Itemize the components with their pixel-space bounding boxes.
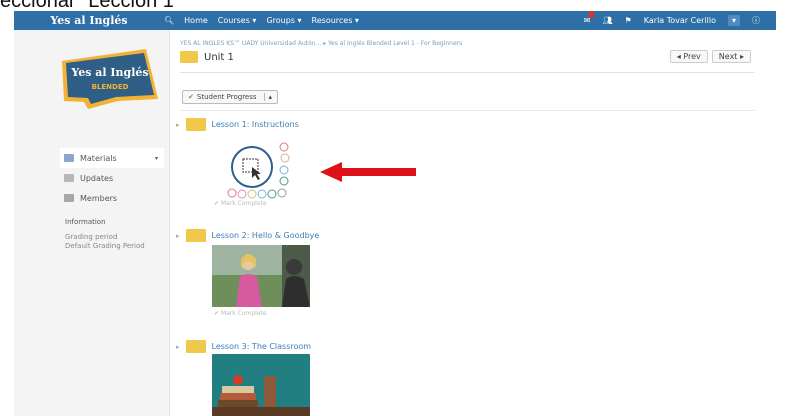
- brand-name[interactable]: Yes al Inglés: [14, 14, 164, 27]
- red-arrow-annotation: [320, 162, 416, 182]
- sidebar-item-label: Updates: [80, 173, 114, 183]
- unit-header: Unit 1: [180, 51, 234, 63]
- updates-icon: [64, 174, 74, 182]
- left-sidebar: Yes al Inglés BLENDED Materials ▾ Update…: [14, 30, 170, 416]
- mark-complete-label: Mark Complete: [220, 200, 267, 207]
- check-icon: ✔: [214, 310, 220, 317]
- information-heading: Information: [65, 218, 106, 226]
- help-icon[interactable]: ⓘ: [752, 15, 760, 26]
- lesson-2-title[interactable]: Lesson 2: Hello & Goodbye: [212, 231, 320, 240]
- main-nav: 🔍︎ Home Courses ▾ Groups ▾ Resources ▾: [164, 16, 359, 25]
- notifications-icon[interactable]: ⚑: [625, 16, 632, 25]
- mark-complete-link[interactable]: ✔ Mark Complete: [214, 310, 267, 317]
- members-icon: [64, 194, 74, 202]
- student-progress-button[interactable]: ✔ Student Progress ▴: [182, 90, 279, 104]
- divider: [180, 110, 755, 111]
- breadcrumb[interactable]: YES AL INGLES KS™ UADY Universidad Autón…: [180, 40, 462, 47]
- mark-complete-label: Mark Complete: [220, 310, 267, 317]
- folder-icon: [185, 340, 206, 353]
- student-progress-label: Student Progress: [196, 93, 257, 101]
- search-icon[interactable]: 🔍︎: [164, 16, 174, 25]
- nav-courses[interactable]: Courses ▾: [218, 16, 257, 25]
- prev-button[interactable]: ◂ Prev: [669, 50, 708, 63]
- connections-icon[interactable]: 👥︎: [602, 16, 612, 25]
- divider: [180, 72, 755, 73]
- check-icon: ✔: [188, 93, 194, 101]
- chevron-right-icon[interactable]: ▸: [176, 343, 180, 351]
- next-button[interactable]: Next ▸: [711, 50, 751, 63]
- sidebar-menu: Materials ▾ Updates Members: [60, 148, 164, 208]
- grading-period-label: Grading period: [65, 233, 118, 241]
- lesson-3-row[interactable]: ▸ Lesson 3: The Classroom: [176, 340, 311, 353]
- logo-text-top: Yes al Inglés: [70, 66, 148, 79]
- logo-text-bottom: BLENDED: [92, 83, 129, 91]
- mark-complete-link[interactable]: ✔ Mark Complete: [214, 200, 267, 207]
- lesson-1-title[interactable]: Lesson 1: Instructions: [212, 120, 299, 129]
- nav-home[interactable]: Home: [184, 16, 208, 25]
- chevron-right-icon[interactable]: ▸: [176, 232, 180, 240]
- folder-icon: [185, 118, 206, 131]
- lesson-3-thumbnail[interactable]: [212, 354, 310, 416]
- nav-resources[interactable]: Resources ▾: [312, 16, 359, 25]
- main-content: YES AL INGLES KS™ UADY Universidad Autón…: [170, 30, 775, 416]
- grading-period-value: Default Grading Period: [65, 242, 145, 250]
- page-title: Unit 1: [204, 51, 234, 63]
- folder-icon: [185, 229, 206, 242]
- top-navigation-bar: Yes al Inglés 🔍︎ Home Courses ▾ Groups ▾…: [14, 11, 776, 30]
- top-right-tools: ✉ 👥︎ ⚑ Karla Tovar Cerillo ▾ ⓘ: [584, 11, 776, 26]
- lesson-3-title[interactable]: Lesson 3: The Classroom: [212, 342, 312, 351]
- sidebar-item-members[interactable]: Members: [64, 188, 164, 208]
- user-menu-chevron-icon[interactable]: ▾: [727, 15, 740, 26]
- sidebar-item-label: Materials: [80, 153, 117, 163]
- lesson-2-thumbnail[interactable]: [212, 245, 310, 307]
- course-logo: Yes al Inglés BLENDED: [62, 49, 158, 109]
- notification-badge: [589, 11, 595, 18]
- check-icon: ✔: [214, 200, 220, 207]
- caret-up-icon[interactable]: ▴: [263, 93, 272, 101]
- chevron-right-icon[interactable]: ▸: [176, 121, 180, 129]
- folder-icon: [180, 51, 198, 63]
- sidebar-information: Information Grading period Default Gradi…: [65, 218, 145, 251]
- sidebar-item-updates[interactable]: Updates: [64, 168, 164, 188]
- lesson-2-row[interactable]: ▸ Lesson 2: Hello & Goodbye: [176, 229, 319, 242]
- nav-groups[interactable]: Groups ▾: [266, 16, 301, 25]
- lesson-1-row[interactable]: ▸ Lesson 1: Instructions: [176, 118, 299, 131]
- book-icon: [64, 154, 74, 162]
- sidebar-item-label: Members: [80, 193, 118, 203]
- chevron-down-icon: ▾: [154, 154, 158, 162]
- messages-icon[interactable]: ✉: [584, 11, 595, 25]
- sidebar-item-materials[interactable]: Materials ▾: [60, 148, 164, 168]
- user-name[interactable]: Karla Tovar Cerillo: [644, 16, 716, 25]
- pager: ◂ Prev Next ▸: [669, 50, 751, 63]
